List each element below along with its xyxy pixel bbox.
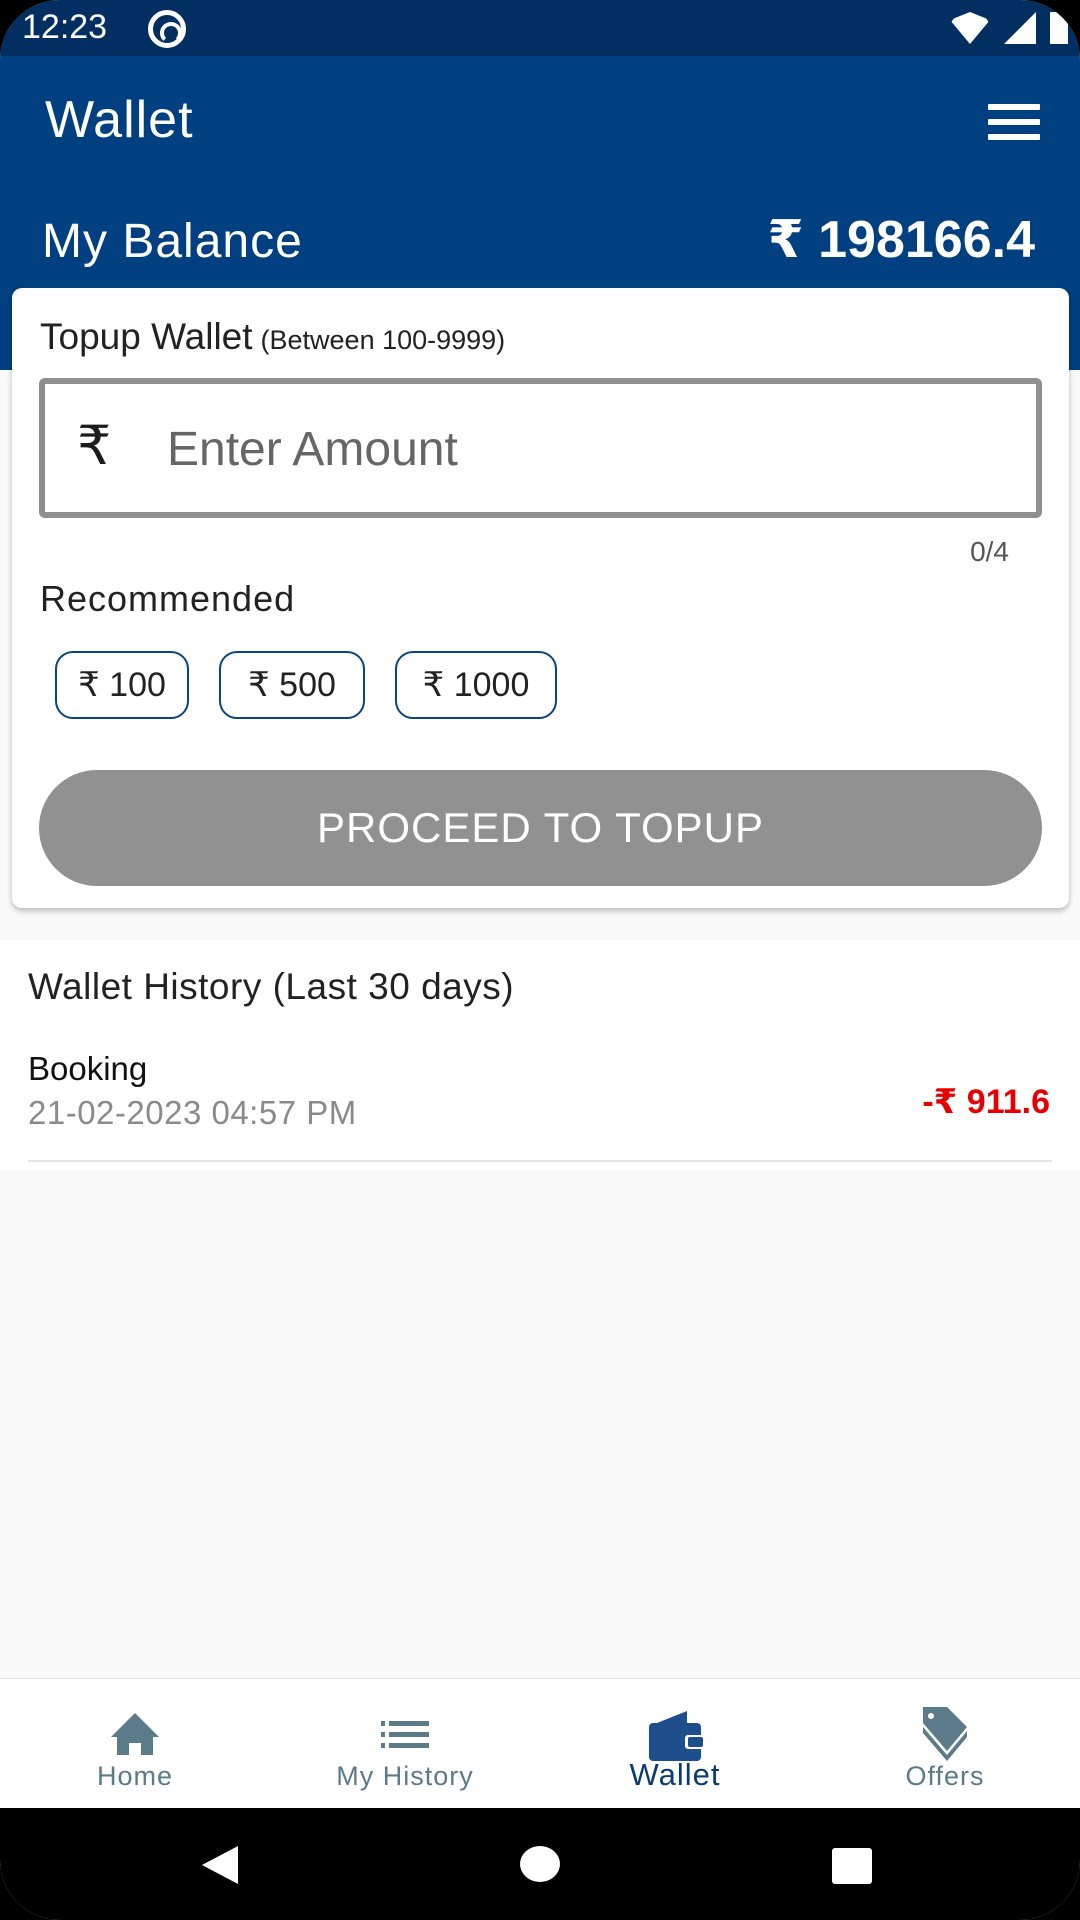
nav-label: Offers xyxy=(905,1761,985,1791)
proceed-to-topup-button[interactable]: PROCEED TO TOPUP xyxy=(39,770,1042,886)
transaction-amount: -₹ 911.6 xyxy=(922,1083,1050,1121)
wifi-icon xyxy=(950,12,990,44)
battery-icon xyxy=(1050,12,1068,44)
balance-label: My Balance xyxy=(42,215,303,268)
wallet-history: Wallet History (Last 30 days) Booking 21… xyxy=(0,940,1080,1170)
nav-item-home[interactable]: Home xyxy=(0,1679,270,1808)
nav-label: Home xyxy=(96,1761,174,1791)
wallet-screen: 12:23 Wallet My Balance ₹ 198166.4 Topup… xyxy=(0,0,1080,1920)
amount-field[interactable]: ₹ xyxy=(39,378,1042,518)
recommended-amount-chip[interactable]: ₹ 1000 xyxy=(395,651,557,719)
status-bar: 12:23 xyxy=(0,0,1080,56)
rupee-icon: ₹ xyxy=(77,416,112,476)
page-title: Wallet xyxy=(45,91,194,149)
history-title: Wallet History (Last 30 days) xyxy=(28,966,515,1007)
status-icons xyxy=(950,12,1068,44)
app-notification-icon xyxy=(148,10,186,48)
recommended-amounts: ₹ 100 ₹ 500 ₹ 1000 xyxy=(55,651,557,719)
history-list-item[interactable]: Booking 21-02-2023 04:57 PM -₹ 911.6 xyxy=(28,1050,1052,1162)
system-navigation-bar xyxy=(0,1808,1080,1920)
amount-input[interactable] xyxy=(167,404,1007,494)
wallet-icon xyxy=(649,1711,703,1761)
topup-title: Topup Wallet (Between 100-9999) xyxy=(40,316,505,358)
tag-icon xyxy=(923,1707,967,1761)
nav-item-my-history[interactable]: My History xyxy=(270,1679,540,1808)
hamburger-menu-icon[interactable] xyxy=(988,104,1040,140)
nav-label: My History xyxy=(336,1761,474,1791)
status-time: 12:23 xyxy=(22,8,108,46)
transaction-type: Booking xyxy=(28,1050,148,1087)
char-counter: 0/4 xyxy=(970,536,1009,567)
list-icon xyxy=(381,1721,429,1748)
home-circle-icon[interactable] xyxy=(520,1846,560,1882)
topup-title-text: Topup Wallet xyxy=(40,316,253,357)
topup-card: Topup Wallet(Between 100-9999) ₹ 0/4 Rec… xyxy=(12,288,1069,908)
cell-signal-icon xyxy=(1004,12,1036,44)
nav-item-offers[interactable]: Offers xyxy=(810,1679,1080,1808)
home-icon xyxy=(111,1713,159,1755)
recommended-amount-chip[interactable]: ₹ 100 xyxy=(55,651,189,719)
recents-icon[interactable] xyxy=(832,1848,872,1884)
nav-item-wallet[interactable]: Wallet xyxy=(540,1679,810,1808)
nav-label: Wallet xyxy=(629,1757,721,1792)
recommended-label: Recommended xyxy=(40,578,296,619)
bottom-navigation: Home My History Wallet Offers xyxy=(0,1678,1080,1808)
balance-value: ₹ 198166.4 xyxy=(767,211,1035,269)
recommended-amount-chip[interactable]: ₹ 500 xyxy=(219,651,365,719)
topup-range-hint: (Between 100-9999) xyxy=(260,325,506,355)
transaction-date: 21-02-2023 04:57 PM xyxy=(28,1094,357,1131)
back-icon[interactable] xyxy=(202,1846,238,1884)
